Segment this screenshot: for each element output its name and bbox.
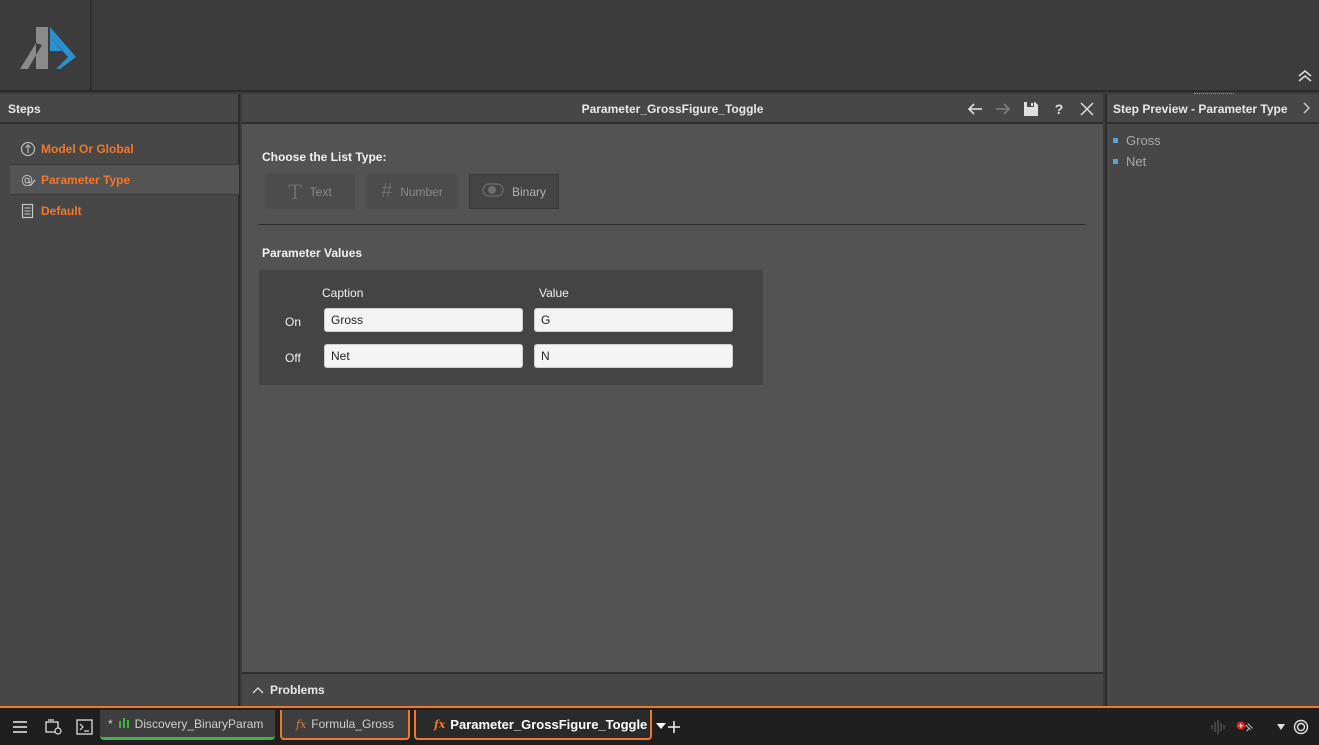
problems-bar[interactable]: Problems bbox=[242, 672, 1103, 706]
parameter-values-table: Caption Value On Gross G Off Net N bbox=[259, 270, 763, 385]
preview-item-label: Gross bbox=[1126, 133, 1161, 148]
bullet-icon bbox=[1113, 159, 1118, 164]
unsaved-marker: * bbox=[108, 716, 113, 731]
caption-column-header: Caption bbox=[322, 286, 364, 300]
list-type-label: Text bbox=[309, 184, 332, 199]
step-label: Model Or Global bbox=[41, 141, 134, 156]
add-pin-icon[interactable] bbox=[1236, 718, 1254, 736]
row-label-on: On bbox=[285, 315, 302, 329]
resize-grip[interactable] bbox=[1194, 93, 1234, 95]
taskbar: * Discovery_BinaryParam fx Formula_Gross… bbox=[0, 706, 1319, 745]
chevron-double-up-icon[interactable] bbox=[1297, 69, 1313, 86]
preview-item: Net bbox=[1113, 151, 1319, 172]
spiral-logo-icon[interactable] bbox=[1292, 718, 1310, 736]
fx-icon: fx bbox=[434, 717, 446, 731]
logo bbox=[0, 0, 92, 92]
model-global-icon bbox=[20, 141, 36, 157]
step-preview-panel: Step Preview - Parameter Type Gross Net bbox=[1105, 93, 1319, 706]
steps-list: Model Or Global @ Parameter Type Default bbox=[0, 124, 239, 226]
app-header bbox=[0, 0, 1319, 92]
value-column-header: Value bbox=[539, 286, 569, 300]
app-window: Steps Model Or Global @ Parameter Type D… bbox=[0, 0, 1319, 745]
hamburger-menu-icon[interactable] bbox=[11, 718, 29, 736]
chevron-right-icon[interactable] bbox=[1303, 101, 1311, 117]
tab-label: Parameter_GrossFigure_Toggle bbox=[450, 716, 648, 732]
open-folder-icon[interactable] bbox=[45, 718, 63, 736]
section-divider bbox=[259, 224, 1085, 225]
steps-panel-title: Steps bbox=[0, 94, 238, 124]
content-manager-icon[interactable] bbox=[76, 718, 94, 736]
app-logo-icon bbox=[20, 27, 76, 69]
close-icon[interactable] bbox=[1079, 101, 1095, 117]
editor-title-bar: Parameter_GrossFigure_Toggle ? bbox=[242, 94, 1103, 124]
text-T-icon: T bbox=[288, 179, 302, 204]
bar-chart-icon bbox=[118, 716, 130, 731]
steps-panel: Steps Model Or Global @ Parameter Type D… bbox=[0, 94, 240, 706]
list-type-text-button[interactable]: T Text bbox=[265, 174, 355, 209]
parameter-type-icon: @ bbox=[20, 172, 36, 188]
bullet-icon bbox=[1113, 138, 1118, 143]
plus-icon[interactable] bbox=[665, 718, 683, 736]
back-arrow-icon[interactable] bbox=[967, 101, 983, 117]
problems-label: Problems bbox=[270, 683, 325, 697]
save-icon[interactable] bbox=[1023, 101, 1039, 117]
editor-content: Choose the List Type: T Text # Number Bi… bbox=[242, 126, 1103, 672]
toggle-icon bbox=[482, 182, 504, 201]
tab-label: Discovery_BinaryParam bbox=[134, 716, 264, 731]
tab-parameter-grossfigure-toggle[interactable]: fx Parameter_GrossFigure_Toggle bbox=[414, 710, 667, 740]
editor-toolbar: ? bbox=[967, 94, 1095, 124]
tab-label: Formula_Gross bbox=[311, 717, 394, 731]
list-type-label: Binary bbox=[511, 184, 546, 199]
tab-formula-gross[interactable]: fx Formula_Gross bbox=[280, 710, 410, 740]
step-parameter-type[interactable]: @ Parameter Type bbox=[10, 164, 239, 195]
preview-list: Gross Net bbox=[1107, 124, 1319, 172]
list-type-number-button[interactable]: # Number bbox=[367, 174, 457, 209]
audio-wave-icon[interactable] bbox=[1209, 718, 1227, 736]
step-label: Parameter Type bbox=[41, 172, 131, 187]
preview-item: Gross bbox=[1113, 130, 1319, 151]
editor-panel: Parameter_GrossFigure_Toggle ? Choose th… bbox=[242, 94, 1103, 706]
step-model-or-global[interactable]: Model Or Global bbox=[0, 133, 238, 164]
preview-title: Step Preview - Parameter Type bbox=[1107, 94, 1319, 124]
chevron-up-icon bbox=[252, 683, 264, 697]
list-type-label: Number bbox=[400, 184, 443, 199]
on-value-input[interactable]: G bbox=[534, 308, 733, 332]
choose-list-type-label: Choose the List Type: bbox=[262, 150, 387, 164]
caret-down-icon[interactable] bbox=[1272, 718, 1290, 736]
off-value-input[interactable]: N bbox=[534, 344, 733, 368]
forward-arrow-icon[interactable] bbox=[995, 101, 1011, 117]
row-label-off: Off bbox=[285, 351, 301, 365]
default-doc-icon bbox=[20, 203, 36, 219]
step-label: Default bbox=[41, 203, 82, 218]
tab-discovery-binaryparam[interactable]: * Discovery_BinaryParam bbox=[100, 710, 275, 740]
fx-icon: fx bbox=[296, 717, 307, 731]
help-icon[interactable]: ? bbox=[1051, 101, 1067, 117]
list-type-binary-button[interactable]: Binary bbox=[469, 174, 559, 209]
on-caption-input[interactable]: Gross bbox=[324, 308, 523, 332]
step-default[interactable]: Default bbox=[0, 195, 238, 226]
off-caption-input[interactable]: Net bbox=[324, 344, 523, 368]
parameter-values-label: Parameter Values bbox=[262, 246, 363, 260]
hash-icon: # bbox=[381, 180, 393, 202]
preview-item-label: Net bbox=[1126, 154, 1147, 169]
